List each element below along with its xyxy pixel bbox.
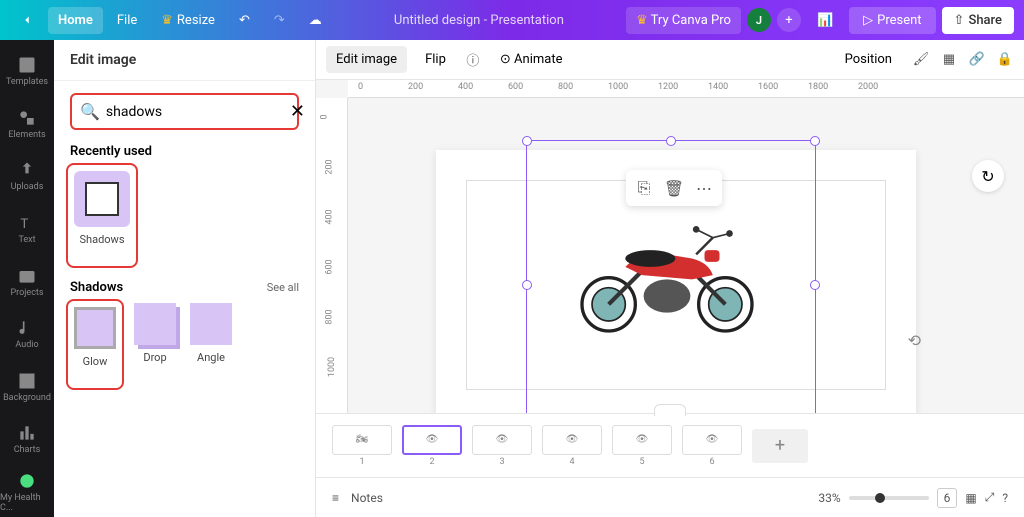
glow-highlight: Glow [70, 303, 120, 386]
sidebar-projects[interactable]: Projects [0, 256, 54, 307]
effect-drop[interactable]: Drop [134, 303, 176, 386]
page-strip: 🏍1 👁2 👁3 👁4 👁5 👁6 + [316, 413, 1024, 477]
grid-view-icon[interactable]: ▦ [965, 491, 976, 505]
redo-button[interactable]: ↷ [264, 7, 295, 34]
share-button[interactable]: ⇧ Share [942, 7, 1014, 34]
zoom-value[interactable]: 33% [818, 491, 840, 505]
edit-panel: Edit image 🔍 ✕ Recently used Shadows Sha… [54, 40, 316, 517]
file-button[interactable]: File [107, 7, 147, 34]
search-icon: 🔍 [80, 102, 100, 121]
cloud-button[interactable]: ☁ [299, 7, 332, 34]
undo-button[interactable]: ↶ [229, 7, 260, 34]
refresh-button[interactable]: ↻ [972, 160, 1004, 192]
link-element-icon[interactable]: ⟲ [908, 331, 921, 350]
add-member-button[interactable]: + [777, 8, 801, 32]
ruler-horizontal: 0200400600800100012001400160018002000 [348, 80, 1024, 98]
help-icon[interactable]: ? [1002, 491, 1008, 505]
footer: ≡ Notes 33% 6 ▦ ⤢ ? [316, 477, 1024, 517]
back-button[interactable] [10, 7, 44, 33]
panel-title: Edit image [54, 40, 315, 81]
sidebar-app[interactable]: My Health C... [0, 467, 54, 517]
sidebar-templates[interactable]: Templates [0, 46, 54, 97]
copy-style-icon[interactable]: 🖌 [912, 51, 930, 69]
notes-icon[interactable]: ≡ [332, 491, 339, 505]
delete-button[interactable]: 🗑 [660, 174, 688, 202]
animate-button[interactable]: ⊙ Animate [490, 46, 573, 73]
page-thumb-3[interactable]: 👁3 [472, 425, 532, 467]
page-thumb-6[interactable]: 👁6 [682, 425, 742, 467]
context-toolbar: Edit image Flip ⓘ ⊙ Animate Position 🖌 ▦… [316, 40, 1024, 80]
stage[interactable]: 0200400600800100012001400160018002000 02… [316, 80, 1024, 413]
effect-shadows[interactable]: Shadows [74, 171, 130, 246]
sidebar-elements[interactable]: Elements [0, 99, 54, 150]
sidebar-uploads[interactable]: Uploads [0, 151, 54, 202]
home-button[interactable]: Home [48, 7, 103, 34]
sidebar-text[interactable]: TText [0, 204, 54, 255]
sidebar-audio[interactable]: Audio [0, 309, 54, 360]
page-count: 6 [937, 488, 958, 508]
page-thumb-5[interactable]: 👁5 [612, 425, 672, 467]
doc-title[interactable]: Untitled design - Presentation [332, 13, 626, 28]
flip-button[interactable]: Flip [415, 46, 456, 73]
crown-icon: ♛ [161, 13, 173, 28]
info-icon[interactable]: ⓘ [464, 51, 482, 69]
insights-button[interactable]: 📊 [807, 7, 843, 34]
sidebar-background[interactable]: Background [0, 361, 54, 412]
resize-button[interactable]: ♛Resize [151, 7, 225, 34]
canvas-area: Edit image Flip ⓘ ⊙ Animate Position 🖌 ▦… [316, 40, 1024, 517]
ruler-vertical: 02004006008001000 [316, 98, 348, 413]
recently-used-title: Recently used [70, 144, 299, 159]
edit-image-button[interactable]: Edit image [326, 46, 407, 73]
duplicate-button[interactable]: ⎘ [630, 174, 658, 202]
recent-shadows-highlight: Shadows [70, 167, 134, 264]
sidebar: Templates Elements Uploads TText Project… [0, 40, 54, 517]
present-button[interactable]: ▷ Present [849, 7, 935, 34]
page-thumb-2[interactable]: 👁2 [402, 425, 462, 467]
add-page-button[interactable]: + [752, 429, 808, 463]
transparency-icon[interactable]: ▦ [940, 51, 958, 69]
avatar[interactable]: J [747, 8, 771, 32]
effect-glow[interactable]: Glow [74, 307, 116, 368]
position-button[interactable]: Position [835, 46, 902, 73]
floating-toolbar: ⎘ 🗑 ⋯ [626, 170, 722, 206]
shadows-title: ShadowsSee all [70, 280, 299, 295]
notes-button[interactable]: Notes [351, 491, 383, 505]
svg-text:T: T [20, 217, 28, 232]
see-all-link[interactable]: See all [267, 281, 299, 294]
strip-tab[interactable] [654, 404, 686, 416]
clear-icon[interactable]: ✕ [290, 101, 305, 122]
zoom-slider[interactable] [849, 496, 929, 500]
sidebar-charts[interactable]: Charts [0, 414, 54, 465]
try-pro-button[interactable]: ♛ Try Canva Pro [626, 7, 741, 34]
page-thumb-4[interactable]: 👁4 [542, 425, 602, 467]
search-box[interactable]: 🔍 ✕ [70, 93, 299, 130]
animate-icon: ⊙ [500, 52, 511, 67]
top-right: ♛ Try Canva Pro J + 📊 ▷ Present ⇧ Share [626, 7, 1014, 34]
fullscreen-icon[interactable]: ⤢ [985, 490, 995, 505]
lock-icon[interactable]: 🔒 [996, 51, 1014, 69]
crown-icon: ♛ [636, 13, 648, 28]
effect-angle[interactable]: Angle [190, 303, 232, 386]
more-button[interactable]: ⋯ [690, 174, 718, 202]
search-input[interactable] [106, 104, 284, 120]
link-icon[interactable]: 🔗 [968, 51, 986, 69]
page-thumb-1[interactable]: 🏍1 [332, 425, 392, 467]
top-bar: Home File ♛Resize ↶ ↷ ☁ Untitled design … [0, 0, 1024, 40]
top-left: Home File ♛Resize ↶ ↷ ☁ [10, 7, 332, 34]
